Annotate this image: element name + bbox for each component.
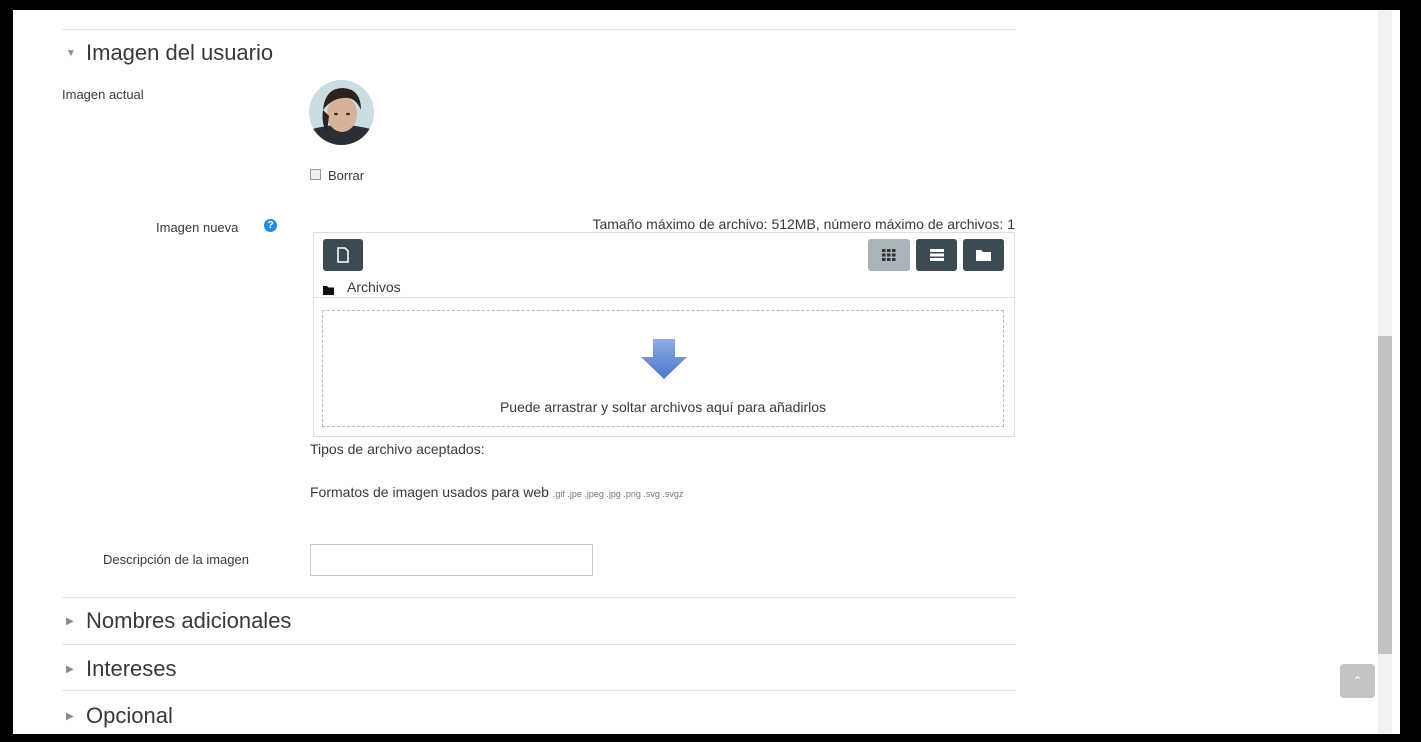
- add-file-button[interactable]: [323, 239, 363, 271]
- section-divider: [62, 597, 1016, 598]
- view-list-button[interactable]: [916, 239, 957, 271]
- caret-right-icon: ▶: [66, 663, 74, 675]
- view-icons-button[interactable]: [868, 239, 910, 271]
- frame-right: [1400, 0, 1421, 742]
- section-title: Intereses: [86, 656, 177, 681]
- frame-left: [0, 0, 13, 742]
- frame-top: [0, 0, 1421, 10]
- section-divider: [62, 29, 1016, 30]
- format-name: Formatos de imagen usados para web: [310, 484, 549, 500]
- help-icon[interactable]: ?: [264, 219, 277, 232]
- caret-down-icon: ▼: [66, 47, 76, 59]
- back-to-top-button[interactable]: ⌃: [1340, 664, 1375, 698]
- caret-right-icon: ▶: [66, 710, 74, 722]
- format-extensions: .gif .jpe .jpeg .jpg .png .svg .svgz: [552, 489, 684, 499]
- section-header-optional[interactable]: ▶ Opcional: [66, 703, 173, 729]
- delete-picture-checkbox[interactable]: [310, 169, 321, 180]
- file-dropzone[interactable]: Puede arrastrar y soltar archivos aquí p…: [322, 310, 1004, 427]
- grid-icon: [882, 249, 896, 261]
- new-picture-label: Imagen nueva: [156, 220, 239, 235]
- path-archivos[interactable]: Archivos: [347, 279, 401, 295]
- section-header-user-picture[interactable]: ▼ Imagen del usuario: [66, 40, 273, 66]
- file-icon: [337, 247, 349, 263]
- user-avatar: [309, 80, 374, 145]
- chevron-up-icon: ⌃: [1352, 674, 1363, 688]
- section-title: Nombres adicionales: [86, 608, 292, 633]
- filepicker-separator: [313, 297, 1015, 298]
- file-limits-text: Tamaño máximo de archivo: 512MB, número …: [592, 216, 1015, 232]
- folder-icon: [976, 250, 991, 261]
- drop-arrow-icon: [641, 339, 687, 384]
- accepted-types-label: Tipos de archivo aceptados:: [310, 441, 485, 457]
- image-description-label: Descripción de la imagen: [103, 552, 249, 567]
- section-title: Imagen del usuario: [86, 40, 274, 65]
- drop-hint-text: Puede arrastrar y soltar archivos aquí p…: [499, 399, 827, 415]
- current-picture-label: Imagen actual: [62, 87, 144, 102]
- section-divider: [62, 644, 1016, 645]
- caret-right-icon: ▶: [66, 615, 74, 627]
- view-tree-button[interactable]: [963, 239, 1004, 271]
- delete-picture-label: Borrar: [328, 168, 365, 183]
- section-header-additional-names[interactable]: ▶ Nombres adicionales: [66, 608, 291, 634]
- section-header-interests[interactable]: ▶ Intereses: [66, 656, 177, 682]
- list-icon: [929, 249, 944, 261]
- image-description-input[interactable]: [310, 544, 593, 576]
- accepted-format: Formatos de imagen usados para web .gif …: [310, 484, 683, 500]
- frame-bottom: [0, 734, 1421, 742]
- section-title: Opcional: [86, 703, 173, 728]
- section-divider: [62, 690, 1016, 691]
- scrollbar-thumb[interactable]: [1378, 336, 1392, 654]
